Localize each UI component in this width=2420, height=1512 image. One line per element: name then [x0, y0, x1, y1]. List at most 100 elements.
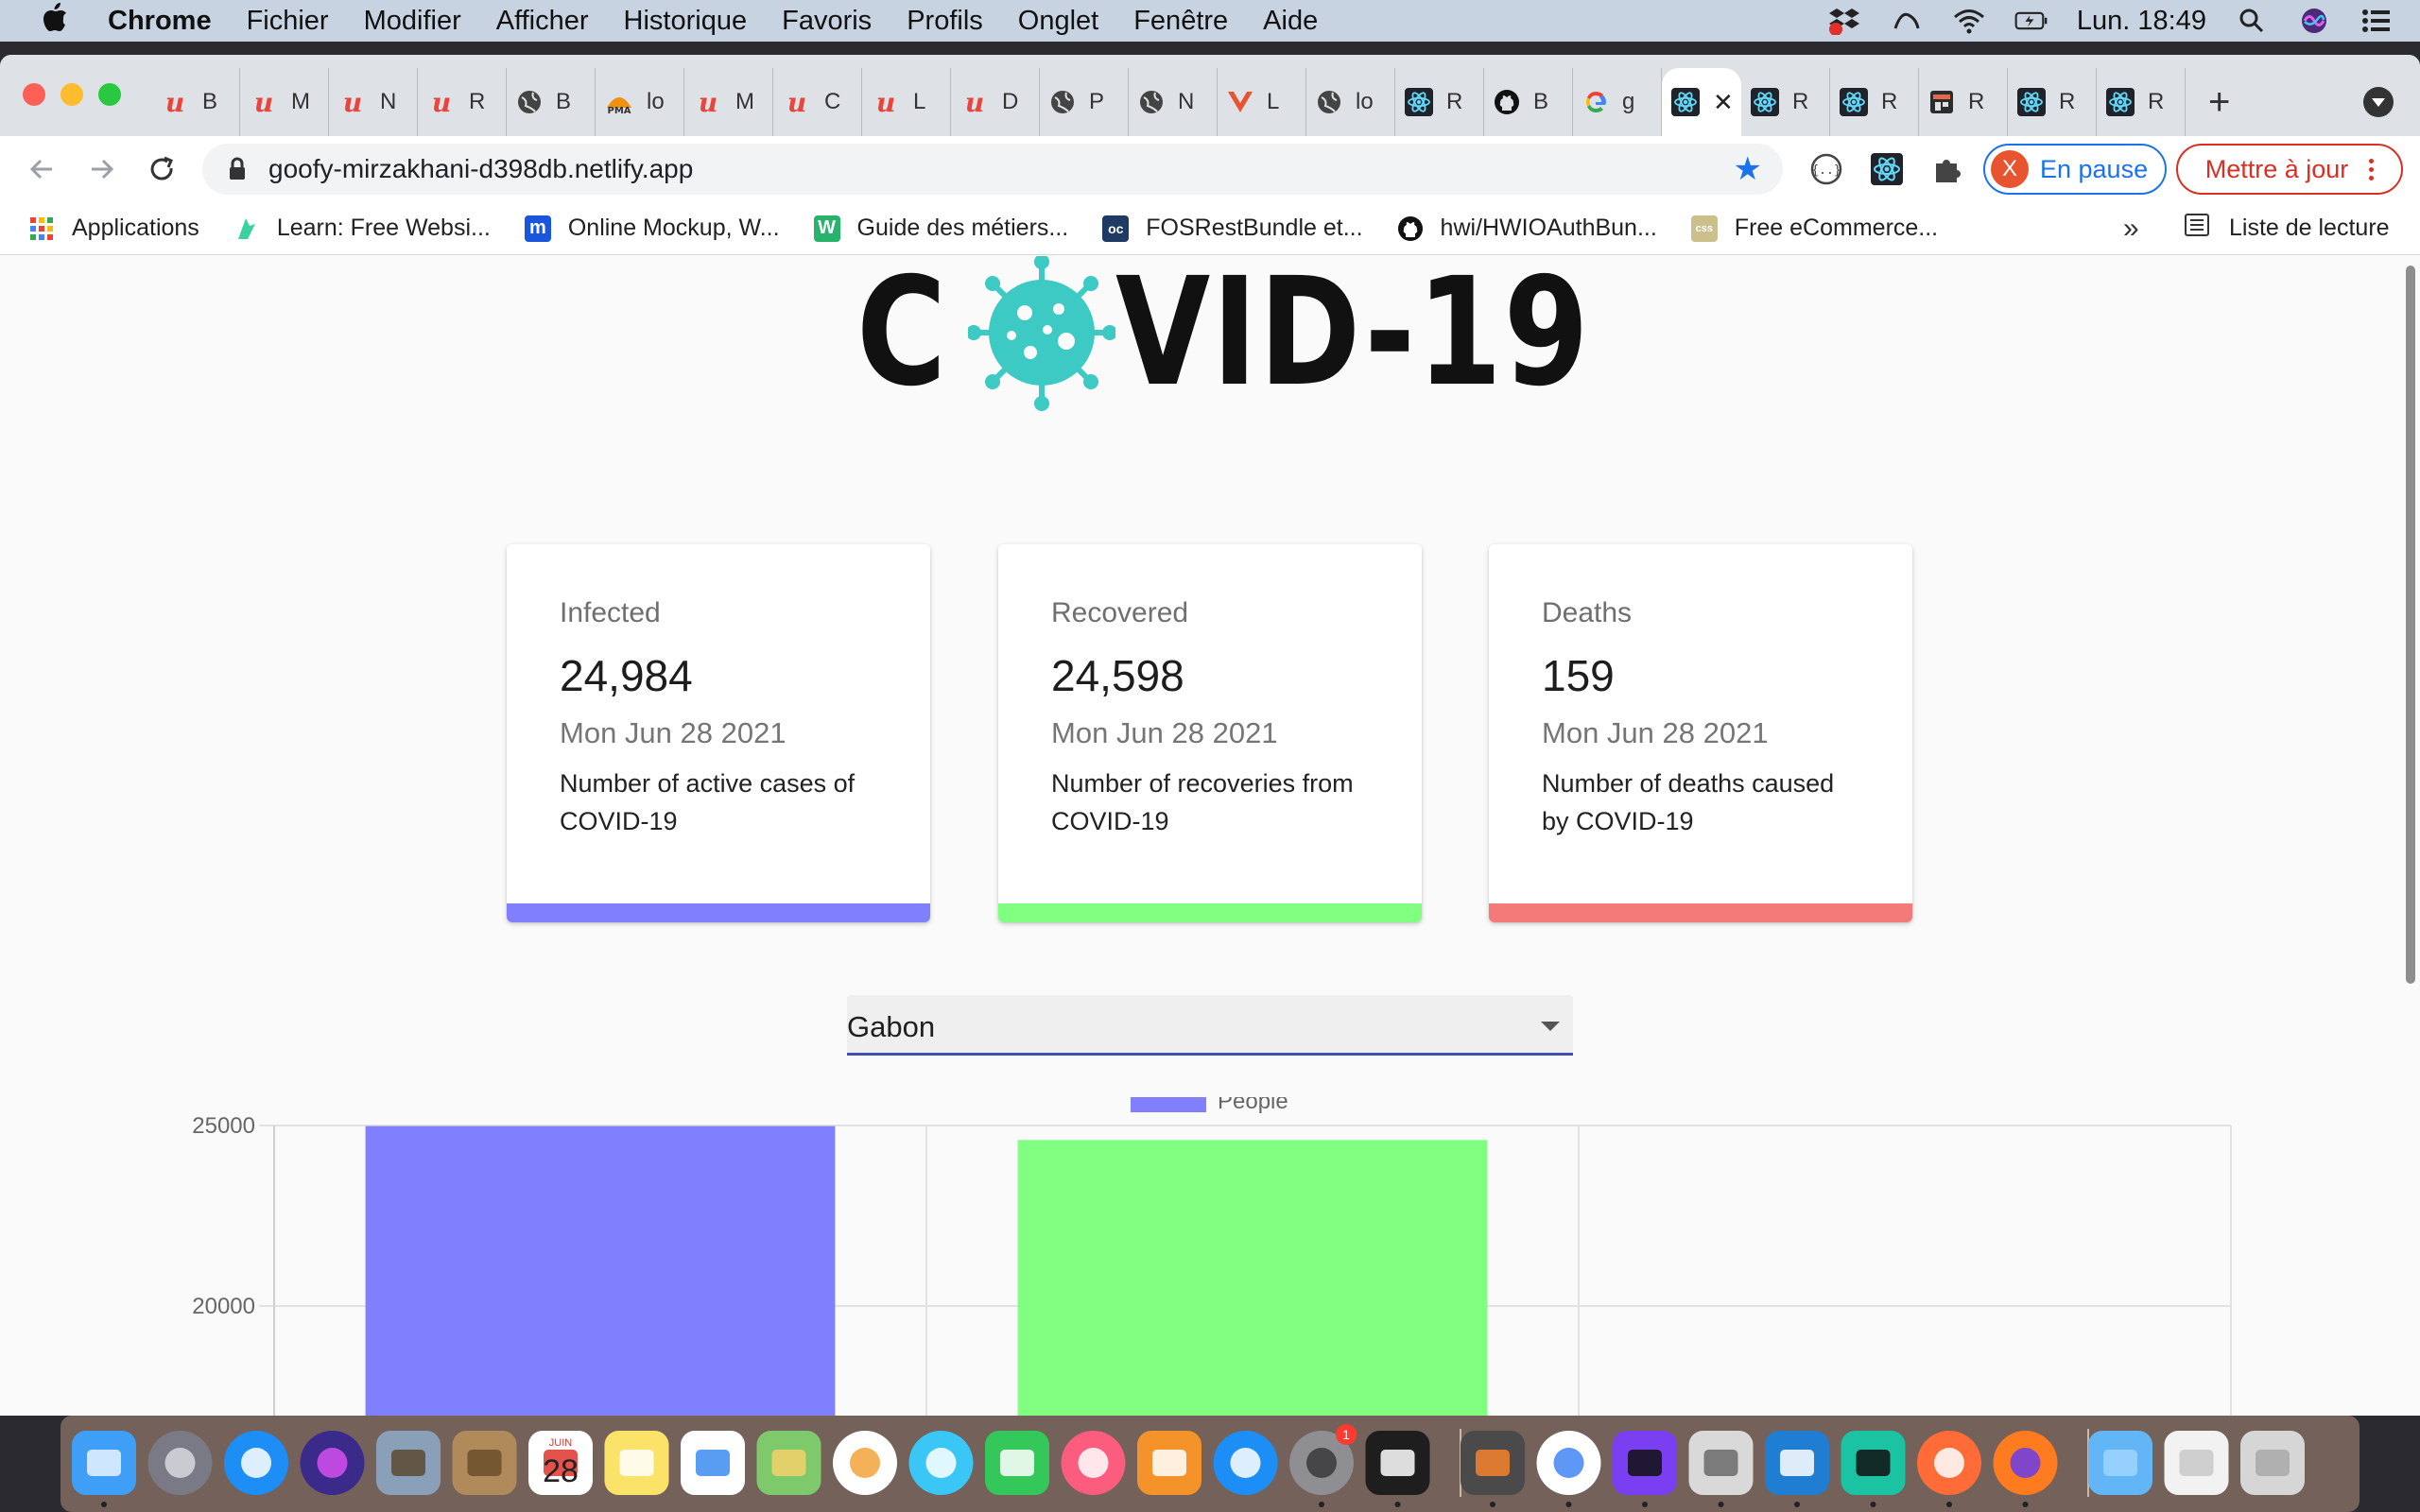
menu-onglet[interactable]: Onglet: [1018, 6, 1098, 37]
scrollbar-thumb[interactable]: [2406, 266, 2415, 984]
music-icon[interactable]: [1061, 1431, 1126, 1495]
safari-icon[interactable]: [224, 1431, 288, 1495]
bookmark-item[interactable]: oc FOSRestBundle et...: [1102, 215, 1363, 242]
trash-icon[interactable]: [2240, 1431, 2305, 1495]
tableplus-icon[interactable]: [1688, 1431, 1754, 1495]
vscode-icon[interactable]: [1765, 1431, 1829, 1495]
browser-tab[interactable]: lo: [1306, 68, 1395, 136]
menu-historique[interactable]: Historique: [624, 6, 748, 37]
zoom-window-button[interactable]: [98, 83, 121, 106]
browser-tab[interactable]: uM: [684, 68, 773, 136]
country-select[interactable]: Gabon: [847, 995, 1573, 1056]
spotlight-search-icon[interactable]: [2235, 7, 2269, 35]
sublime-text-icon[interactable]: [1461, 1431, 1525, 1495]
bookmark-item[interactable]: hwi/HWIOAuthBun...: [1397, 215, 1657, 242]
menubar-clock[interactable]: Lun. 18:49: [2077, 6, 2206, 37]
reload-icon[interactable]: [144, 150, 182, 188]
lock-icon[interactable]: [225, 157, 250, 181]
country-select-value[interactable]: Gabon: [847, 1010, 935, 1044]
terminal-icon[interactable]: [1365, 1431, 1430, 1495]
webstorm-icon[interactable]: [1841, 1431, 1906, 1495]
bookmark-item[interactable]: css Free eCommerce...: [1690, 215, 1938, 242]
menu-profils[interactable]: Profils: [907, 6, 983, 37]
browser-tab[interactable]: g: [1573, 68, 1662, 136]
preview-icon[interactable]: [376, 1431, 441, 1495]
menu-fenetre[interactable]: Fenêtre: [1133, 6, 1228, 37]
control-center-icon[interactable]: [2360, 7, 2394, 35]
launchpad-icon[interactable]: [147, 1431, 213, 1495]
menu-aide[interactable]: Aide: [1263, 6, 1318, 37]
new-tab-icon[interactable]: +: [2208, 81, 2230, 124]
extensions-puzzle-icon[interactable]: [1928, 150, 1966, 188]
siri-icon[interactable]: [300, 1431, 365, 1495]
chrome-icon[interactable]: [1536, 1431, 1601, 1495]
browser-tab[interactable]: R: [1741, 68, 1830, 136]
app-store-icon[interactable]: [1213, 1431, 1278, 1495]
browser-tab[interactable]: B: [507, 68, 596, 136]
apple-menu-icon[interactable]: [36, 2, 74, 40]
tab-search-icon[interactable]: [2363, 87, 2394, 117]
messages-icon[interactable]: [908, 1431, 974, 1495]
wifi-icon[interactable]: [1952, 7, 1986, 35]
postman-icon[interactable]: [1917, 1431, 1981, 1495]
kebab-menu-icon[interactable]: [2369, 158, 2375, 180]
profile-paused-button[interactable]: X En pause: [1983, 144, 2167, 195]
menu-modifier[interactable]: Modifier: [364, 6, 461, 37]
browser-tab[interactable]: R: [1830, 68, 1919, 136]
bookmark-item[interactable]: W Guide des métiers...: [813, 215, 1068, 242]
browser-tab[interactable]: uB: [151, 68, 240, 136]
browser-tab[interactable]: L: [1218, 68, 1306, 136]
close-window-button[interactable]: [23, 83, 45, 106]
json-viewer-extension-icon[interactable]: {..}: [1807, 150, 1845, 188]
browser-tab[interactable]: PMA lo: [596, 68, 684, 136]
browser-tab[interactable]: R: [1395, 68, 1484, 136]
minimize-window-button[interactable]: [60, 83, 83, 106]
address-bar[interactable]: goofy-mirzakhani-d398db.netlify.app ★: [202, 144, 1783, 195]
forward-arrow-icon[interactable]: [83, 150, 121, 188]
creative-cloud-icon[interactable]: [1890, 7, 1924, 35]
contacts-icon[interactable]: [452, 1431, 517, 1495]
menu-afficher[interactable]: Afficher: [496, 6, 589, 37]
url-text[interactable]: goofy-mirzakhani-d398db.netlify.app: [268, 154, 693, 184]
browser-tab[interactable]: uD: [951, 68, 1040, 136]
browser-tab[interactable]: R: [2008, 68, 2097, 136]
menu-app-name[interactable]: Chrome: [108, 6, 212, 37]
siri-icon[interactable]: [2297, 7, 2331, 35]
menu-fichier[interactable]: Fichier: [247, 6, 329, 37]
bar-recovered[interactable]: [1017, 1140, 1488, 1416]
back-arrow-icon[interactable]: [23, 150, 60, 188]
update-chrome-button[interactable]: Mettre à jour: [2176, 144, 2403, 195]
battery-icon[interactable]: [2014, 7, 2048, 35]
browser-tab[interactable]: uR: [418, 68, 507, 136]
browser-tab[interactable]: P: [1040, 68, 1129, 136]
browser-tab[interactable]: uN: [329, 68, 418, 136]
maps-icon[interactable]: [756, 1431, 821, 1495]
react-devtools-extension-icon[interactable]: [1868, 150, 1906, 188]
facetime-icon[interactable]: [985, 1431, 1049, 1495]
browser-tab[interactable]: uC: [773, 68, 862, 136]
bookmark-item[interactable]: Applications: [28, 215, 199, 242]
browser-tab[interactable]: uM: [240, 68, 329, 136]
menu-favoris[interactable]: Favoris: [782, 6, 872, 37]
browser-tab[interactable]: R: [2097, 68, 2186, 136]
bar-infected[interactable]: [365, 1125, 836, 1416]
bookmark-item[interactable]: Learn: Free Websi...: [233, 215, 491, 242]
text-file-icon[interactable]: [2164, 1431, 2229, 1495]
dropbox-icon[interactable]: [1827, 7, 1861, 35]
phpstorm-icon[interactable]: [1613, 1431, 1677, 1495]
photos-icon[interactable]: [833, 1431, 897, 1495]
close-tab-icon[interactable]: ✕: [1713, 88, 1734, 117]
bookmark-star-icon[interactable]: ★: [1734, 150, 1762, 188]
browser-tab[interactable]: N: [1129, 68, 1218, 136]
page-scrollbar[interactable]: [2401, 256, 2420, 1416]
calendar-icon[interactable]: JUIN 28: [528, 1431, 593, 1495]
reminders-icon[interactable]: [681, 1431, 745, 1495]
folder-icon[interactable]: [2088, 1431, 2152, 1495]
browser-tab[interactable]: B: [1484, 68, 1573, 136]
tab-active[interactable]: ✕: [1662, 68, 1741, 136]
dropdown-arrow-icon[interactable]: [1541, 1022, 1560, 1031]
books-icon[interactable]: [1137, 1431, 1201, 1495]
finder-icon[interactable]: [72, 1431, 136, 1495]
reading-list-button[interactable]: Liste de lecture: [2184, 213, 2390, 244]
notes-icon[interactable]: [604, 1431, 669, 1495]
